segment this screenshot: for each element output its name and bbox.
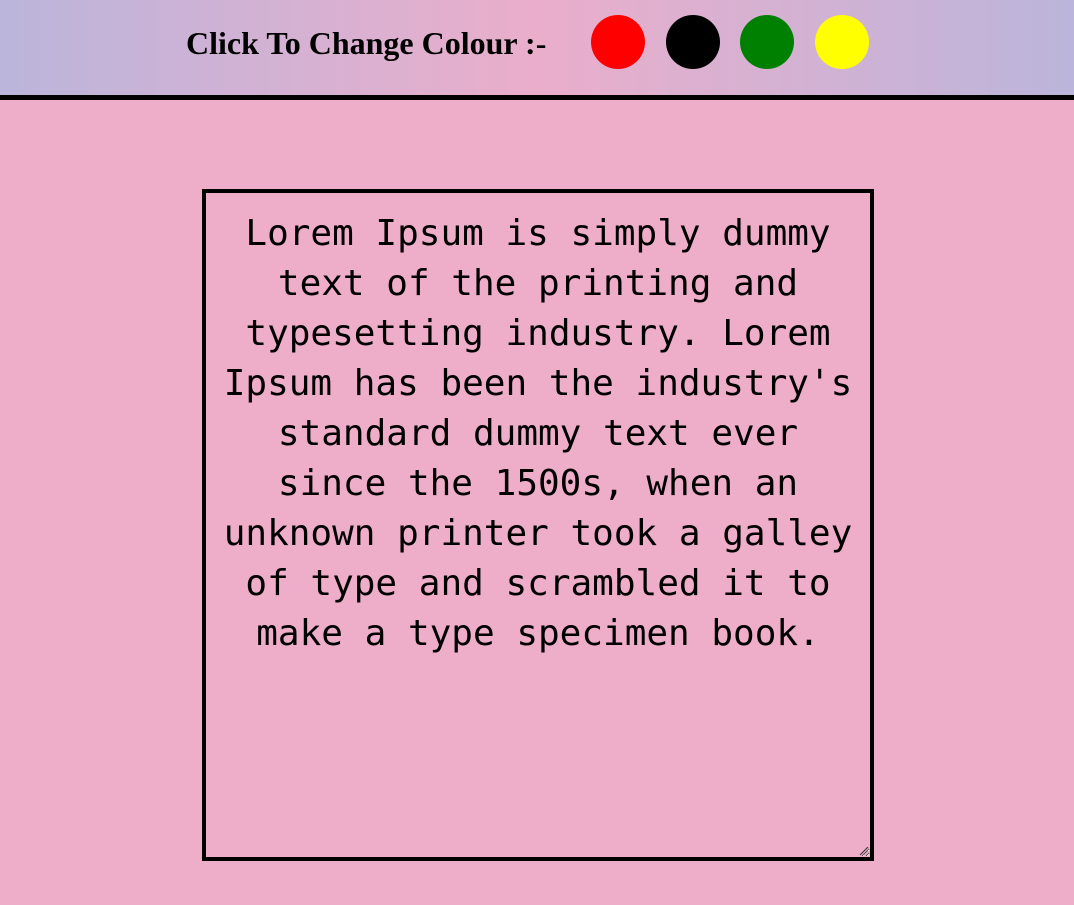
red-swatch-button[interactable] xyxy=(591,15,645,69)
yellow-swatch-button[interactable] xyxy=(815,15,869,69)
change-colour-label: Click To Change Colour :- xyxy=(186,25,547,61)
color-toolbar: Click To Change Colour :- xyxy=(0,0,1074,100)
green-swatch-button[interactable] xyxy=(740,15,794,69)
text-area-content[interactable]: Lorem Ipsum is simply dummy text of the … xyxy=(218,209,858,659)
text-area[interactable]: Lorem Ipsum is simply dummy text of the … xyxy=(202,189,874,861)
resize-handle-icon[interactable] xyxy=(857,844,869,856)
black-swatch-button[interactable] xyxy=(666,15,720,69)
